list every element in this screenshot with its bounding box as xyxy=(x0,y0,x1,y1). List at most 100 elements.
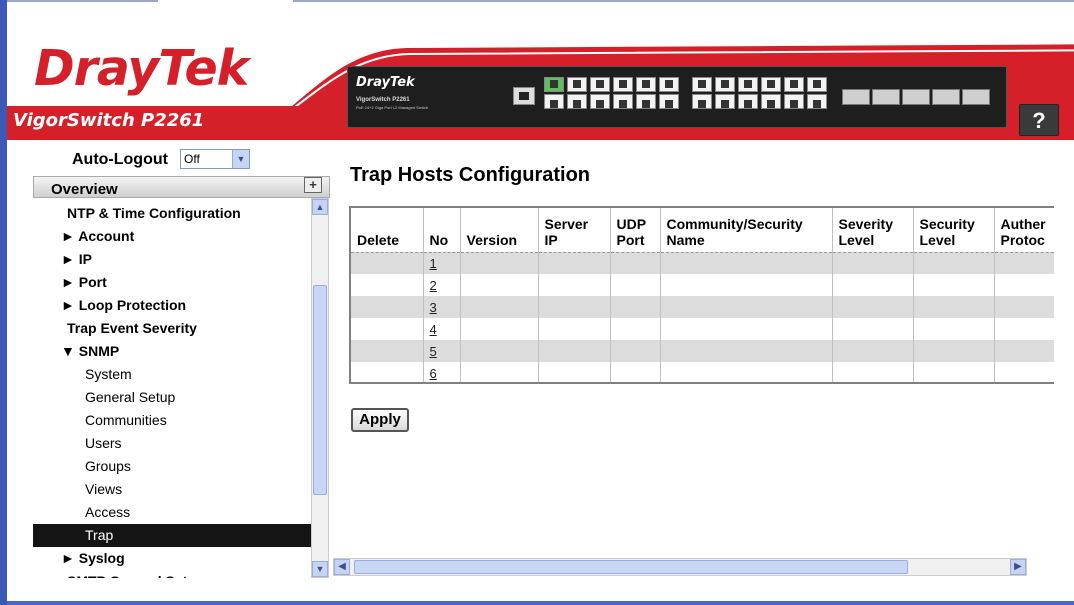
sidebar-item[interactable]: Users xyxy=(33,432,312,455)
sidebar-item[interactable]: ► IP xyxy=(33,248,312,271)
scroll-right-icon[interactable]: ▶ xyxy=(1010,559,1026,575)
ethernet-port-icon xyxy=(692,77,712,92)
sidebar-item[interactable]: Communities xyxy=(33,409,312,432)
sidebar-item[interactable]: System xyxy=(33,363,312,386)
ethernet-port-icon xyxy=(659,77,679,92)
sidebar-item-label: Access xyxy=(85,504,131,520)
column-header-line2: Port xyxy=(616,231,645,248)
window-bottom-edge xyxy=(7,601,1074,605)
sidebar-item-label: NTP & Time Configuration xyxy=(67,205,241,221)
table-row: 2 xyxy=(351,274,1054,296)
table-cell xyxy=(351,252,424,274)
apply-button[interactable]: Apply xyxy=(351,408,409,432)
sidebar-scroll-thumb[interactable] xyxy=(313,285,327,495)
table-cell xyxy=(610,296,661,318)
table-cell xyxy=(610,252,661,274)
table-cell xyxy=(538,296,611,318)
sfp-port-icon xyxy=(842,89,870,105)
draytek-logo: DrayTek xyxy=(34,40,249,97)
table-cell xyxy=(610,362,661,382)
console-port-icon xyxy=(513,87,535,105)
sidebar-item[interactable]: Views xyxy=(33,478,312,501)
table-body: 1 2 3 4 5 6 xyxy=(351,252,1054,382)
sidebar-item[interactable]: Access xyxy=(33,501,312,524)
table-cell xyxy=(994,318,1054,340)
scroll-up-icon[interactable]: ▲ xyxy=(312,199,328,215)
sidebar-item[interactable]: Trap xyxy=(33,524,312,547)
sidebar-item[interactable]: ► Port xyxy=(33,271,312,294)
ethernet-port-icon xyxy=(636,94,656,109)
table-cell xyxy=(660,318,833,340)
column-header: Severity Level xyxy=(832,208,914,253)
autologout-label: Auto-Logout xyxy=(72,151,168,168)
host-number-link[interactable]: 3 xyxy=(430,300,437,315)
host-number-link[interactable]: 6 xyxy=(430,366,437,381)
sidebar-item-label: ► IP xyxy=(61,251,92,267)
sidebar-nav: NTP & Time Configuration ► Account ► IP ► P… xyxy=(33,198,312,578)
host-number-link[interactable]: 4 xyxy=(430,322,437,337)
sfp-port-icon xyxy=(932,89,960,105)
ethernet-port-icon xyxy=(590,77,610,92)
ethernet-port-icon xyxy=(807,94,827,109)
sidebar-scrollbar[interactable]: ▲ ▼ xyxy=(311,198,329,578)
sidebar-item-label: Communities xyxy=(85,412,167,428)
sidebar-item[interactable]: ▼ SNMP xyxy=(33,340,312,363)
table-cell xyxy=(832,318,914,340)
column-header-line2: Level xyxy=(838,231,875,248)
table-cell xyxy=(460,252,539,274)
header: DrayTek VigorSwitch P2261 DrayTek VigorS… xyxy=(7,2,1074,140)
main-horizontal-scrollbar[interactable]: ◀ ▶ xyxy=(333,558,1027,576)
column-header-line2: IP xyxy=(544,231,558,248)
expand-plus-icon[interactable]: + xyxy=(304,177,322,193)
sfp-port-icon xyxy=(902,89,930,105)
app-frame: DrayTek VigorSwitch P2261 DrayTek VigorS… xyxy=(0,0,1074,605)
ethernet-port-icon xyxy=(567,94,587,109)
table-cell xyxy=(913,340,995,362)
table-cell xyxy=(610,274,661,296)
help-button[interactable]: ? xyxy=(1019,104,1059,136)
scroll-down-icon[interactable]: ▼ xyxy=(312,561,328,577)
sidebar-item[interactable]: ► Syslog xyxy=(33,547,312,570)
table-cell xyxy=(832,340,914,362)
table-cell xyxy=(610,340,661,362)
host-number-link[interactable]: 1 xyxy=(430,256,437,271)
chevron-down-icon[interactable]: ▼ xyxy=(232,150,249,168)
page-title: Trap Hosts Configuration xyxy=(350,164,590,186)
sidebar-item[interactable]: ► Loop Protection xyxy=(33,294,312,317)
sidebar-item[interactable]: NTP & Time Configuration xyxy=(33,202,312,225)
table-cell xyxy=(913,252,995,274)
host-number-link[interactable]: 2 xyxy=(430,278,437,293)
sidebar-item[interactable]: SMTP General Setup xyxy=(33,570,312,578)
column-header: Security Level xyxy=(913,208,995,253)
ethernet-port-icon xyxy=(715,94,735,109)
main-scroll-thumb[interactable] xyxy=(354,560,908,574)
ethernet-port-icon xyxy=(613,77,633,92)
sfp-port-icon xyxy=(962,89,990,105)
ethernet-port-icon xyxy=(590,94,610,109)
device-description: PoE 24+2 Giga Port L2 Managed Switch xyxy=(356,105,428,110)
sidebar-item[interactable]: Groups xyxy=(33,455,312,478)
table-cell xyxy=(994,274,1054,296)
column-header-line1: Security xyxy=(919,215,975,232)
autologout-select[interactable]: Off ▼ xyxy=(180,149,250,169)
ethernet-port-icon xyxy=(784,77,804,92)
ethernet-port-icon xyxy=(659,94,679,109)
overview-label: Overview xyxy=(51,181,118,198)
table-cell xyxy=(351,318,424,340)
overview-bar[interactable]: Overview + xyxy=(33,176,330,198)
column-header: Server IP xyxy=(538,208,611,253)
table-cell xyxy=(832,274,914,296)
column-header: Auther Protoc xyxy=(994,208,1054,253)
sidebar-item[interactable]: ► Account xyxy=(33,225,312,248)
table-header-row: Delete No Version Server IP UDP Port Community/… xyxy=(351,208,1054,253)
sidebar-item[interactable]: Trap Event Severity xyxy=(33,317,312,340)
column-header: UDP Port xyxy=(610,208,661,253)
scroll-left-icon[interactable]: ◀ xyxy=(334,559,350,575)
table-cell xyxy=(351,296,424,318)
ethernet-port-icon xyxy=(761,77,781,92)
table-cell xyxy=(913,274,995,296)
host-number-link[interactable]: 5 xyxy=(430,344,437,359)
ethernet-port-icon xyxy=(567,77,587,92)
sidebar-item[interactable]: General Setup xyxy=(33,386,312,409)
table-cell xyxy=(832,362,914,382)
